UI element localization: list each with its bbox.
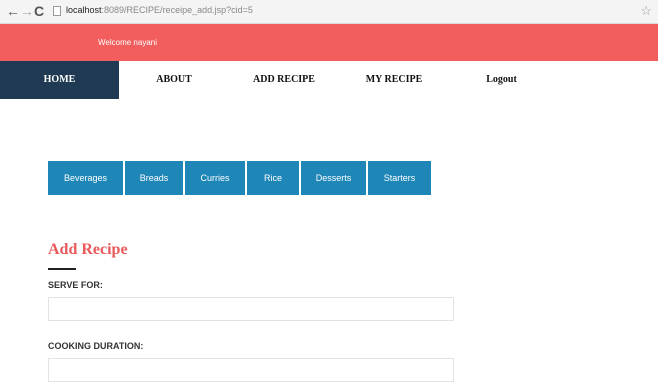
category-tab-curries[interactable]: Curries (185, 161, 245, 195)
browser-toolbar: ← → C localhost:8089/RECIPE/receipe_add.… (0, 0, 658, 24)
main-nav: HOME ABOUT ADD RECIPE MY RECIPE Logout (0, 61, 658, 99)
serve-for-label: SERVE FOR: (48, 280, 103, 290)
url-host: localhost (66, 5, 102, 15)
url-path: :8089/RECIPE/receipe_add.jsp?cid=5 (101, 5, 253, 15)
welcome-text: Welcome nayani (98, 38, 157, 47)
back-arrow-icon[interactable]: ← (6, 3, 20, 19)
page-icon (53, 6, 61, 16)
nav-add-recipe[interactable]: ADD RECIPE (229, 61, 339, 99)
category-tab-beverages[interactable]: Beverages (48, 161, 123, 195)
address-bar[interactable]: localhost:8089/RECIPE/receipe_add.jsp?ci… (66, 5, 253, 15)
welcome-bar: Welcome nayani (0, 24, 658, 61)
nav-my-recipe[interactable]: MY RECIPE (339, 61, 449, 99)
forward-arrow-icon[interactable]: → (20, 3, 34, 19)
category-tab-breads[interactable]: Breads (125, 161, 183, 195)
category-tab-rice[interactable]: Rice (247, 161, 299, 195)
nav-logout[interactable]: Logout (449, 61, 554, 99)
bookmark-star-icon[interactable]: ☆ (640, 3, 652, 19)
cooking-duration-input[interactable] (48, 358, 454, 382)
category-tab-desserts[interactable]: Desserts (301, 161, 366, 195)
nav-about[interactable]: ABOUT (119, 61, 229, 99)
category-tab-starters[interactable]: Starters (368, 161, 431, 195)
reload-icon[interactable]: C (34, 3, 44, 19)
serve-for-input[interactable] (48, 297, 454, 321)
cooking-duration-label: COOKING DURATION: (48, 341, 144, 351)
title-underline (48, 268, 76, 270)
nav-home[interactable]: HOME (0, 61, 119, 99)
page-title: Add Recipe (48, 241, 128, 258)
